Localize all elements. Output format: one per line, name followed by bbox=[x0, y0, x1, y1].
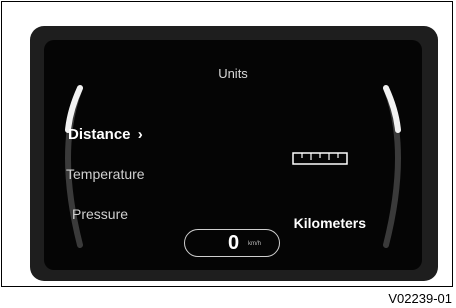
selected-unit-value: Kilometers bbox=[293, 215, 366, 231]
menu-item-label: Distance bbox=[68, 126, 131, 143]
speed-readout: 0 km/h bbox=[184, 229, 280, 257]
ruler-icon bbox=[292, 152, 348, 165]
instrument-display: Units Distance › Temperature Pressure Ki… bbox=[44, 40, 422, 270]
menu-item-distance[interactable]: Distance › bbox=[68, 126, 143, 143]
speed-value: 0 bbox=[228, 232, 240, 254]
menu-item-pressure[interactable]: Pressure bbox=[72, 206, 128, 222]
figure-code: V02239-01 bbox=[388, 291, 452, 306]
menu-title: Units bbox=[218, 66, 248, 81]
chevron-right-icon: › bbox=[137, 126, 143, 143]
menu-item-temperature[interactable]: Temperature bbox=[66, 166, 145, 182]
speed-unit: km/h bbox=[248, 241, 262, 247]
